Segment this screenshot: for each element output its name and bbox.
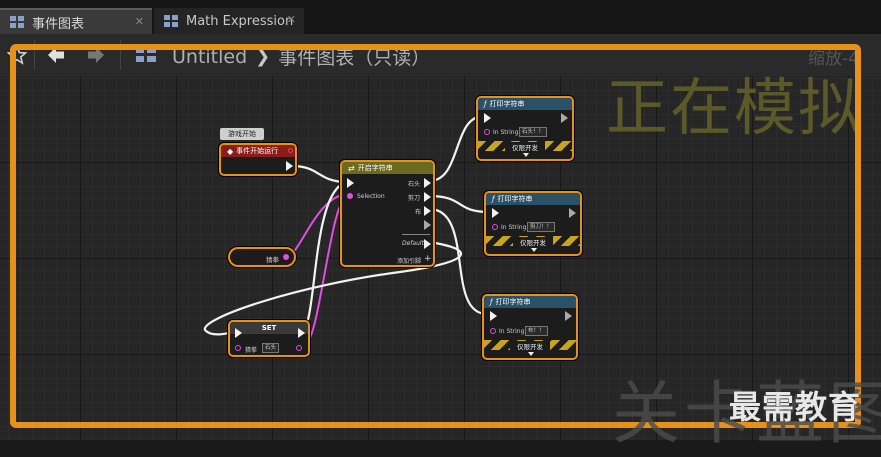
print-string-node[interactable]: ƒ 打印字符串 In String 剪刀！！ 仅限开发	[484, 191, 582, 256]
dev-only-label: 仅限开发	[513, 237, 553, 247]
comment-bubble[interactable]: 游戏开始	[220, 128, 264, 140]
print-string-node[interactable]: ƒ 打印字符串 In String 石头！！ 仅限开发	[476, 96, 574, 161]
function-icon: ƒ	[484, 100, 487, 108]
exec-in-pin[interactable]	[492, 208, 499, 218]
node-title: 打印字符串	[489, 100, 525, 108]
dev-only-label: 仅限开发	[510, 341, 550, 351]
string-value-input[interactable]: 石头	[262, 343, 280, 353]
exec-in-pin[interactable]	[347, 178, 354, 188]
node-title: 打印字符串	[495, 298, 531, 306]
exec-in-pin[interactable]	[235, 328, 242, 338]
case-out-pin[interactable]	[424, 178, 431, 188]
set-variable-node[interactable]: SET 猜拳 石头	[228, 320, 310, 357]
node-header: ◆ 事件开始运行	[221, 145, 295, 157]
node-header: ƒ 打印字符串	[486, 193, 580, 205]
node-title: 事件开始运行	[236, 147, 279, 155]
pin-label: In String	[493, 129, 519, 136]
exec-out-pin[interactable]	[286, 161, 293, 171]
plus-icon[interactable]: +	[424, 254, 432, 264]
string-value-input[interactable]: 布！！	[525, 326, 548, 336]
dev-only-label: 仅限开发	[505, 142, 545, 152]
string-value-input[interactable]: 石头！！	[519, 127, 548, 137]
node-title: 开启字符串	[357, 164, 393, 172]
string-out-pin[interactable]	[296, 345, 302, 351]
switch-on-string-node[interactable]: ⇄ 开启字符串 Selection 石头 剪刀 布 Default 添加引脚 +	[340, 160, 435, 267]
string-in-pin[interactable]	[492, 224, 498, 230]
expand-caret-icon[interactable]	[531, 248, 537, 252]
function-icon: ƒ	[490, 298, 493, 306]
node-header: ƒ 打印字符串	[478, 98, 572, 110]
exec-out-pin[interactable]	[565, 311, 572, 321]
case-label: 剪刀	[408, 195, 421, 202]
pin-label: In String	[501, 224, 527, 231]
expand-caret-icon[interactable]	[523, 153, 529, 157]
node-title: 打印字符串	[497, 195, 533, 203]
watermark-foreground-text: 最需教育	[729, 388, 862, 426]
exec-out-pin[interactable]	[569, 208, 576, 218]
divider	[402, 234, 430, 235]
exec-out-pin[interactable]	[298, 328, 305, 338]
event-icon: ◆	[227, 146, 234, 156]
pin-label: 猜拳	[245, 347, 258, 354]
node-title: SET	[261, 324, 277, 332]
exec-wire	[428, 207, 488, 316]
case-out-pin[interactable]	[424, 192, 431, 202]
switch-icon: ⇄	[348, 163, 355, 173]
case-out-pin[interactable]	[424, 206, 431, 216]
case-label: 布	[415, 209, 422, 216]
string-in-pin[interactable]	[490, 328, 496, 334]
node-header: ƒ 打印字符串	[484, 296, 576, 308]
string-value-input[interactable]: 剪刀！！	[527, 222, 556, 232]
node-header: ⇄ 开启字符串	[342, 162, 433, 174]
pin-label: In String	[499, 328, 525, 335]
variable-get-node[interactable]: 猜拳	[228, 247, 296, 267]
delegate-pin[interactable]	[288, 148, 293, 153]
string-in-pin[interactable]	[484, 129, 490, 135]
print-string-node[interactable]: ƒ 打印字符串 In String 布！！ 仅限开发	[482, 294, 578, 360]
default-out-pin[interactable]	[424, 239, 431, 249]
variable-label: 猜拳	[266, 256, 279, 264]
selection-pin[interactable]	[347, 193, 353, 199]
expand-caret-icon[interactable]	[528, 352, 534, 356]
exec-in-pin[interactable]	[490, 311, 497, 321]
case-out-pin[interactable]	[424, 220, 431, 230]
default-label: Default	[402, 240, 424, 247]
exec-out-pin[interactable]	[561, 113, 568, 123]
selection-label: Selection	[357, 193, 385, 200]
exec-wire	[291, 164, 348, 184]
string-out-pin[interactable]	[283, 254, 289, 260]
case-label: 石头	[408, 181, 421, 188]
function-icon: ƒ	[492, 195, 495, 203]
string-in-pin[interactable]	[235, 345, 241, 351]
exec-in-pin[interactable]	[484, 113, 491, 123]
add-pin-label[interactable]: 添加引脚	[397, 256, 421, 265]
event-begin-play-node[interactable]: ◆ 事件开始运行	[219, 143, 297, 176]
